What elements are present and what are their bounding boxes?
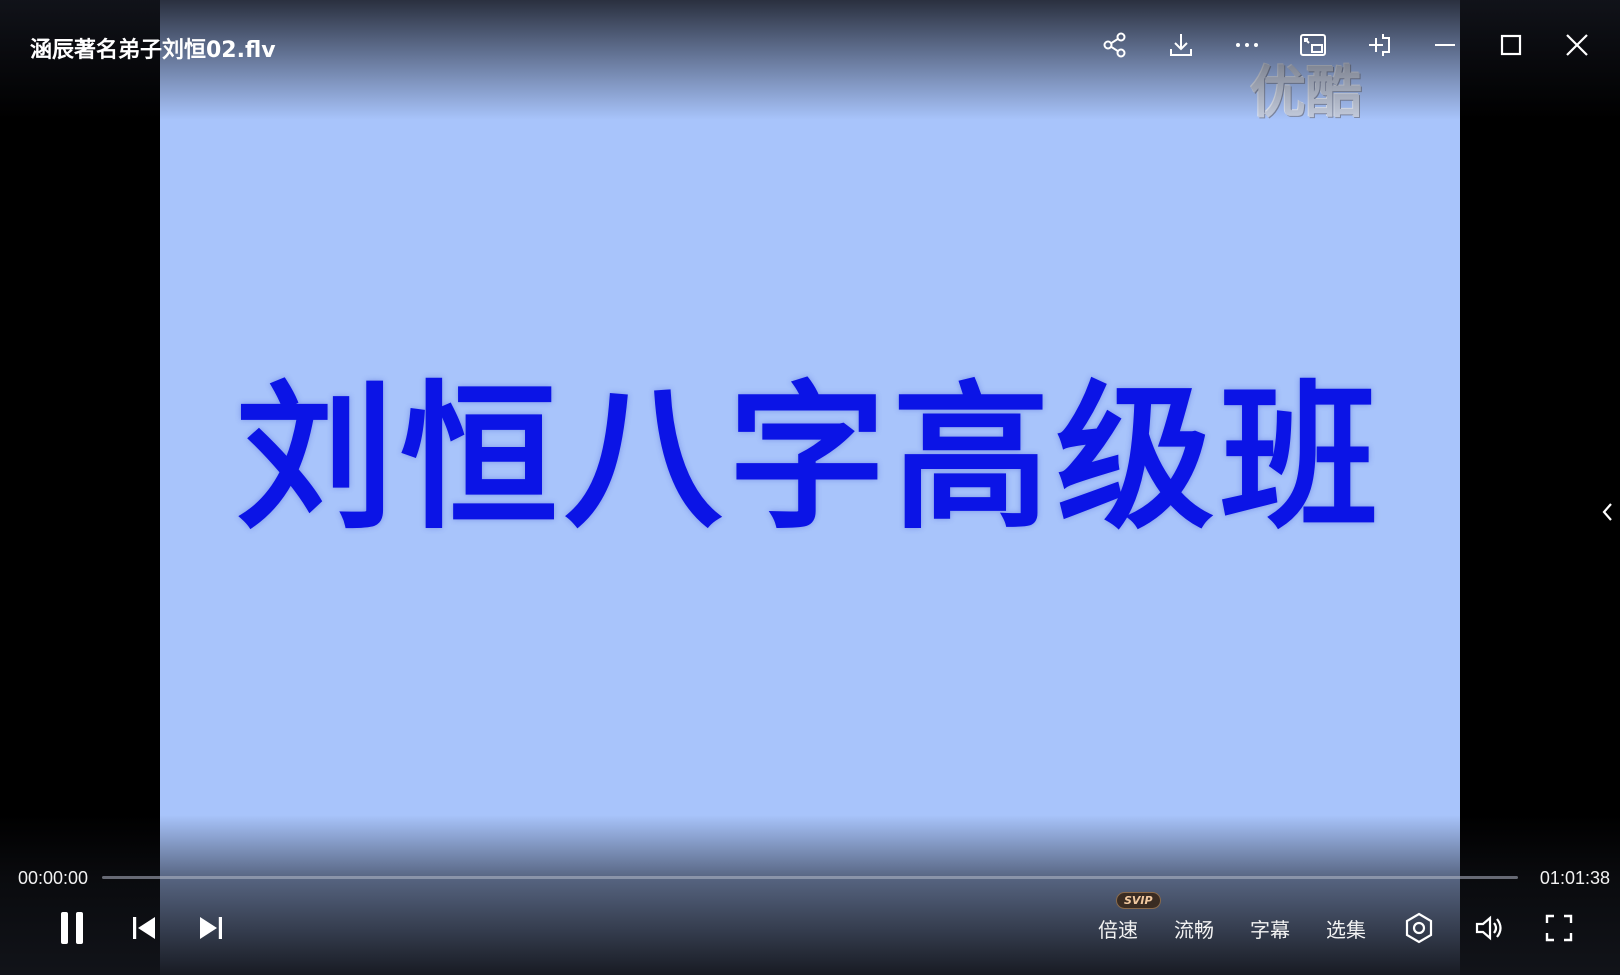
episodes-label: 选集 (1326, 917, 1366, 942)
playback-controls (40, 906, 238, 950)
total-duration: 01:01:38 (1539, 868, 1610, 888)
pin-on-top-icon[interactable] (1346, 25, 1412, 65)
previous-button[interactable] (104, 906, 184, 950)
subtitle-label: 字幕 (1250, 917, 1290, 942)
more-icon[interactable] (1214, 25, 1280, 65)
settings-button[interactable] (1384, 906, 1454, 950)
svip-badge: SVIP (1116, 891, 1161, 909)
maximize-icon[interactable] (1478, 25, 1544, 65)
playback-speed-button[interactable]: SVIP 倍速 (1080, 891, 1161, 943)
download-icon[interactable] (1148, 25, 1214, 65)
pause-button[interactable] (40, 906, 104, 950)
volume-button[interactable] (1454, 906, 1524, 950)
episodes-button[interactable]: 选集 (1308, 914, 1384, 943)
skip-previous-icon (133, 917, 155, 939)
close-icon[interactable] (1544, 25, 1610, 65)
sidebar-toggle-chevron-left-icon[interactable] (1598, 498, 1616, 526)
picture-in-picture-icon[interactable] (1280, 25, 1346, 65)
share-icon[interactable] (1082, 25, 1148, 65)
pause-icon (61, 912, 83, 944)
fullscreen-button[interactable] (1524, 906, 1594, 950)
settings-hexagon-icon (1405, 912, 1433, 944)
next-button[interactable] (184, 906, 238, 950)
current-time: 00:00:00 (18, 868, 89, 888)
player-options: SVIP 倍速 流畅 字幕 选集 (1080, 891, 1594, 950)
fullscreen-icon (1545, 914, 1573, 942)
quality-label: 流畅 (1174, 917, 1214, 942)
playback-speed-label: 倍速 (1098, 917, 1138, 942)
file-title: 涵辰著名弟子刘恒02.flv (30, 38, 276, 63)
video-frame[interactable]: 刘恒八字高级班 优酷 (160, 0, 1460, 975)
volume-icon (1475, 915, 1502, 941)
subtitle-button[interactable]: 字幕 (1232, 914, 1308, 943)
skip-next-icon (200, 917, 222, 939)
progress-bar[interactable] (102, 876, 1518, 879)
quality-button[interactable]: 流畅 (1156, 914, 1232, 943)
window-toolbar (1082, 25, 1610, 65)
minimize-icon[interactable] (1412, 25, 1478, 65)
video-frame-text: 刘恒八字高级班 (236, 367, 1384, 551)
video-player[interactable]: 刘恒八字高级班 优酷 涵辰著名弟子刘恒02.flv 00:00:00 01:01… (0, 0, 1620, 975)
